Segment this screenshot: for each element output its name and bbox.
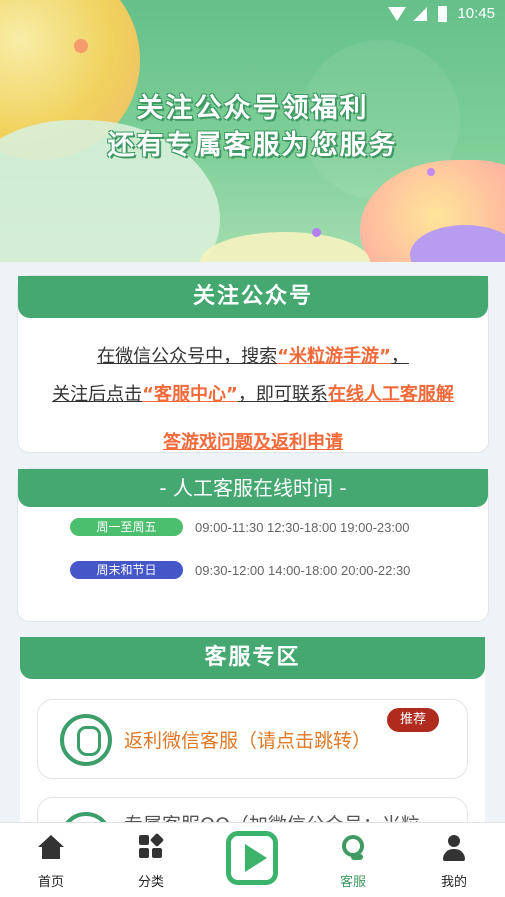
tab-home[interactable]: 首页: [21, 823, 81, 897]
wifi-icon: [388, 7, 406, 21]
follow-instruction-line1: 在微信公众号中，搜索“米粒游手游”，: [18, 342, 488, 368]
banner-title-line2: 还有专属客服为您服务: [107, 130, 398, 161]
online-service-highlight: 在线人工客服解: [327, 384, 454, 405]
headset-icon: [342, 835, 364, 860]
tab-service[interactable]: 客服: [323, 823, 383, 897]
hours-row-weekday: 周一至周五 09:00-11:30 12:30-18:00 19:00-23:0…: [70, 517, 409, 537]
tab-me[interactable]: 我的: [424, 823, 484, 897]
banner-dot: [312, 228, 321, 237]
wechat-service-item[interactable]: 返利微信客服（请点击跳转） 推荐: [37, 699, 468, 779]
instruction-text: 在微信公众号中，搜索: [97, 346, 278, 367]
service-zone-card: 客服专区 返利微信客服（请点击跳转） 推荐 专属客服QQ（加微信公众号：米粒: [20, 637, 485, 864]
qq-icon: [60, 714, 112, 766]
weekday-times: 09:00-11:30 12:30-18:00 19:00-23:00: [195, 519, 410, 535]
bottom-tab-bar: 首页 分类 客服 我的: [0, 822, 505, 897]
weekend-badge: 周末和节日: [70, 561, 183, 579]
instruction-text: 关注后点击: [52, 384, 143, 405]
banner-title-line1: 关注公众号领福利: [136, 93, 369, 124]
hours-card-title: - 人工客服在线时间 -: [18, 469, 488, 507]
tab-service-label: 客服: [339, 875, 366, 890]
tab-play[interactable]: [222, 823, 282, 897]
instruction-text: ，即可联系: [237, 384, 328, 405]
banner-dot: [427, 168, 435, 176]
hours-card: - 人工客服在线时间 - 周一至周五 09:00-11:30 12:30-18:…: [17, 468, 489, 622]
service-center-highlight: “客服中心”: [142, 384, 238, 405]
recommend-badge: 推荐: [387, 708, 439, 732]
tab-category-label: 分类: [137, 875, 164, 890]
follow-card-title: 关注公众号: [18, 276, 488, 318]
signal-icon: [413, 7, 427, 21]
online-service-highlight: 答游戏问题及返利申请: [163, 432, 343, 453]
weekend-times: 09:30-12:00 14:00-18:00 20:00-22:30: [195, 562, 411, 578]
hours-row-weekend: 周末和节日 09:30-12:00 14:00-18:00 20:00-22:3…: [70, 560, 410, 580]
tab-category[interactable]: 分类: [121, 823, 181, 897]
weekday-badge: 周一至周五: [70, 518, 183, 536]
banner: 关注公众号领福利 还有专属客服为您服务: [0, 0, 505, 262]
account-name: “米粒游手游”: [277, 346, 391, 367]
wechat-service-label: 返利微信客服（请点击跳转）: [124, 730, 372, 752]
follow-card: 关注公众号 在微信公众号中，搜索“米粒游手游”， 关注后点击“客服中心”，即可联…: [17, 275, 489, 453]
tab-me-label: 我的: [440, 875, 467, 890]
home-icon: [38, 835, 64, 859]
follow-instruction-line2: 关注后点击“客服中心”，即可联系在线人工客服解: [18, 380, 488, 406]
status-time: 10:45: [457, 5, 495, 22]
battery-icon: [438, 6, 447, 22]
tab-home-label: 首页: [37, 875, 64, 890]
banner-dot: [74, 39, 88, 53]
banner-decoration: [200, 232, 370, 262]
service-zone-title: 客服专区: [20, 637, 485, 679]
user-icon: [443, 835, 465, 861]
status-bar: 10:45: [0, 0, 505, 30]
instruction-text: ，: [390, 346, 409, 367]
play-icon: [226, 831, 278, 885]
follow-instruction-line3: 答游戏问题及返利申请: [18, 428, 488, 454]
category-icon: [139, 832, 165, 859]
